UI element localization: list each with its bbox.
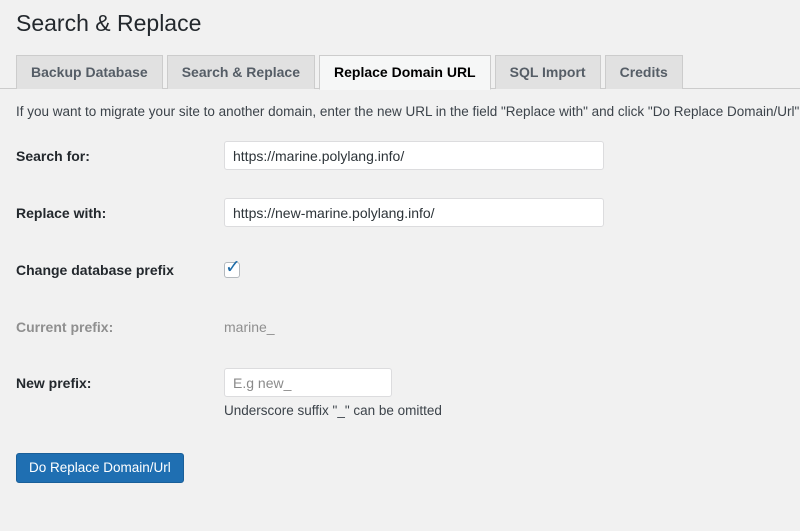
current-prefix-value-wrap: marine_	[224, 317, 275, 337]
tab-sql-import[interactable]: SQL Import	[494, 55, 601, 89]
replace-with-input[interactable]	[224, 198, 604, 227]
search-for-label: Search for:	[16, 147, 90, 164]
replace-with-field-wrap	[224, 198, 604, 227]
search-for-input[interactable]	[224, 141, 604, 170]
tab-replace-domain-url[interactable]: Replace Domain URL	[319, 55, 491, 90]
tab-bar: Backup Database Search & Replace Replace D…	[0, 55, 800, 90]
change-prefix-label: Change database prefix	[16, 262, 174, 278]
current-prefix-label: Current prefix:	[16, 319, 114, 335]
new-prefix-input[interactable]	[224, 368, 392, 397]
field-row-change-prefix: Change database prefix ✓	[16, 255, 716, 279]
admin-page: Search & Replace Backup Database Search &…	[0, 0, 800, 531]
field-row-replace-with: Replace with:	[16, 198, 716, 227]
tab-credits[interactable]: Credits	[604, 55, 683, 89]
field-row-current-prefix: Current prefix: marine_	[16, 317, 716, 337]
new-prefix-label: New prefix:	[16, 374, 92, 391]
new-prefix-field-wrap	[224, 368, 392, 397]
search-for-field-wrap	[224, 141, 604, 170]
current-prefix-value: marine_	[224, 319, 275, 335]
tab-search-replace[interactable]: Search & Replace	[166, 55, 316, 89]
page-description: If you want to migrate your site to anot…	[16, 104, 800, 119]
page-title: Search & Replace	[16, 10, 202, 36]
tab-backup-database[interactable]: Backup Database	[16, 55, 163, 89]
change-prefix-field-wrap: ✓	[224, 255, 241, 279]
field-row-search-for: Search for:	[16, 141, 716, 170]
change-prefix-checkbox[interactable]: ✓	[224, 255, 241, 278]
do-replace-domain-url-button[interactable]: Do Replace Domain/Url	[16, 453, 184, 483]
field-row-new-prefix: New prefix:	[16, 368, 716, 397]
checkmark-icon: ✓	[225, 255, 241, 278]
new-prefix-hint: Underscore suffix "_" can be omitted	[224, 403, 442, 418]
replace-with-label: Replace with:	[16, 204, 107, 221]
